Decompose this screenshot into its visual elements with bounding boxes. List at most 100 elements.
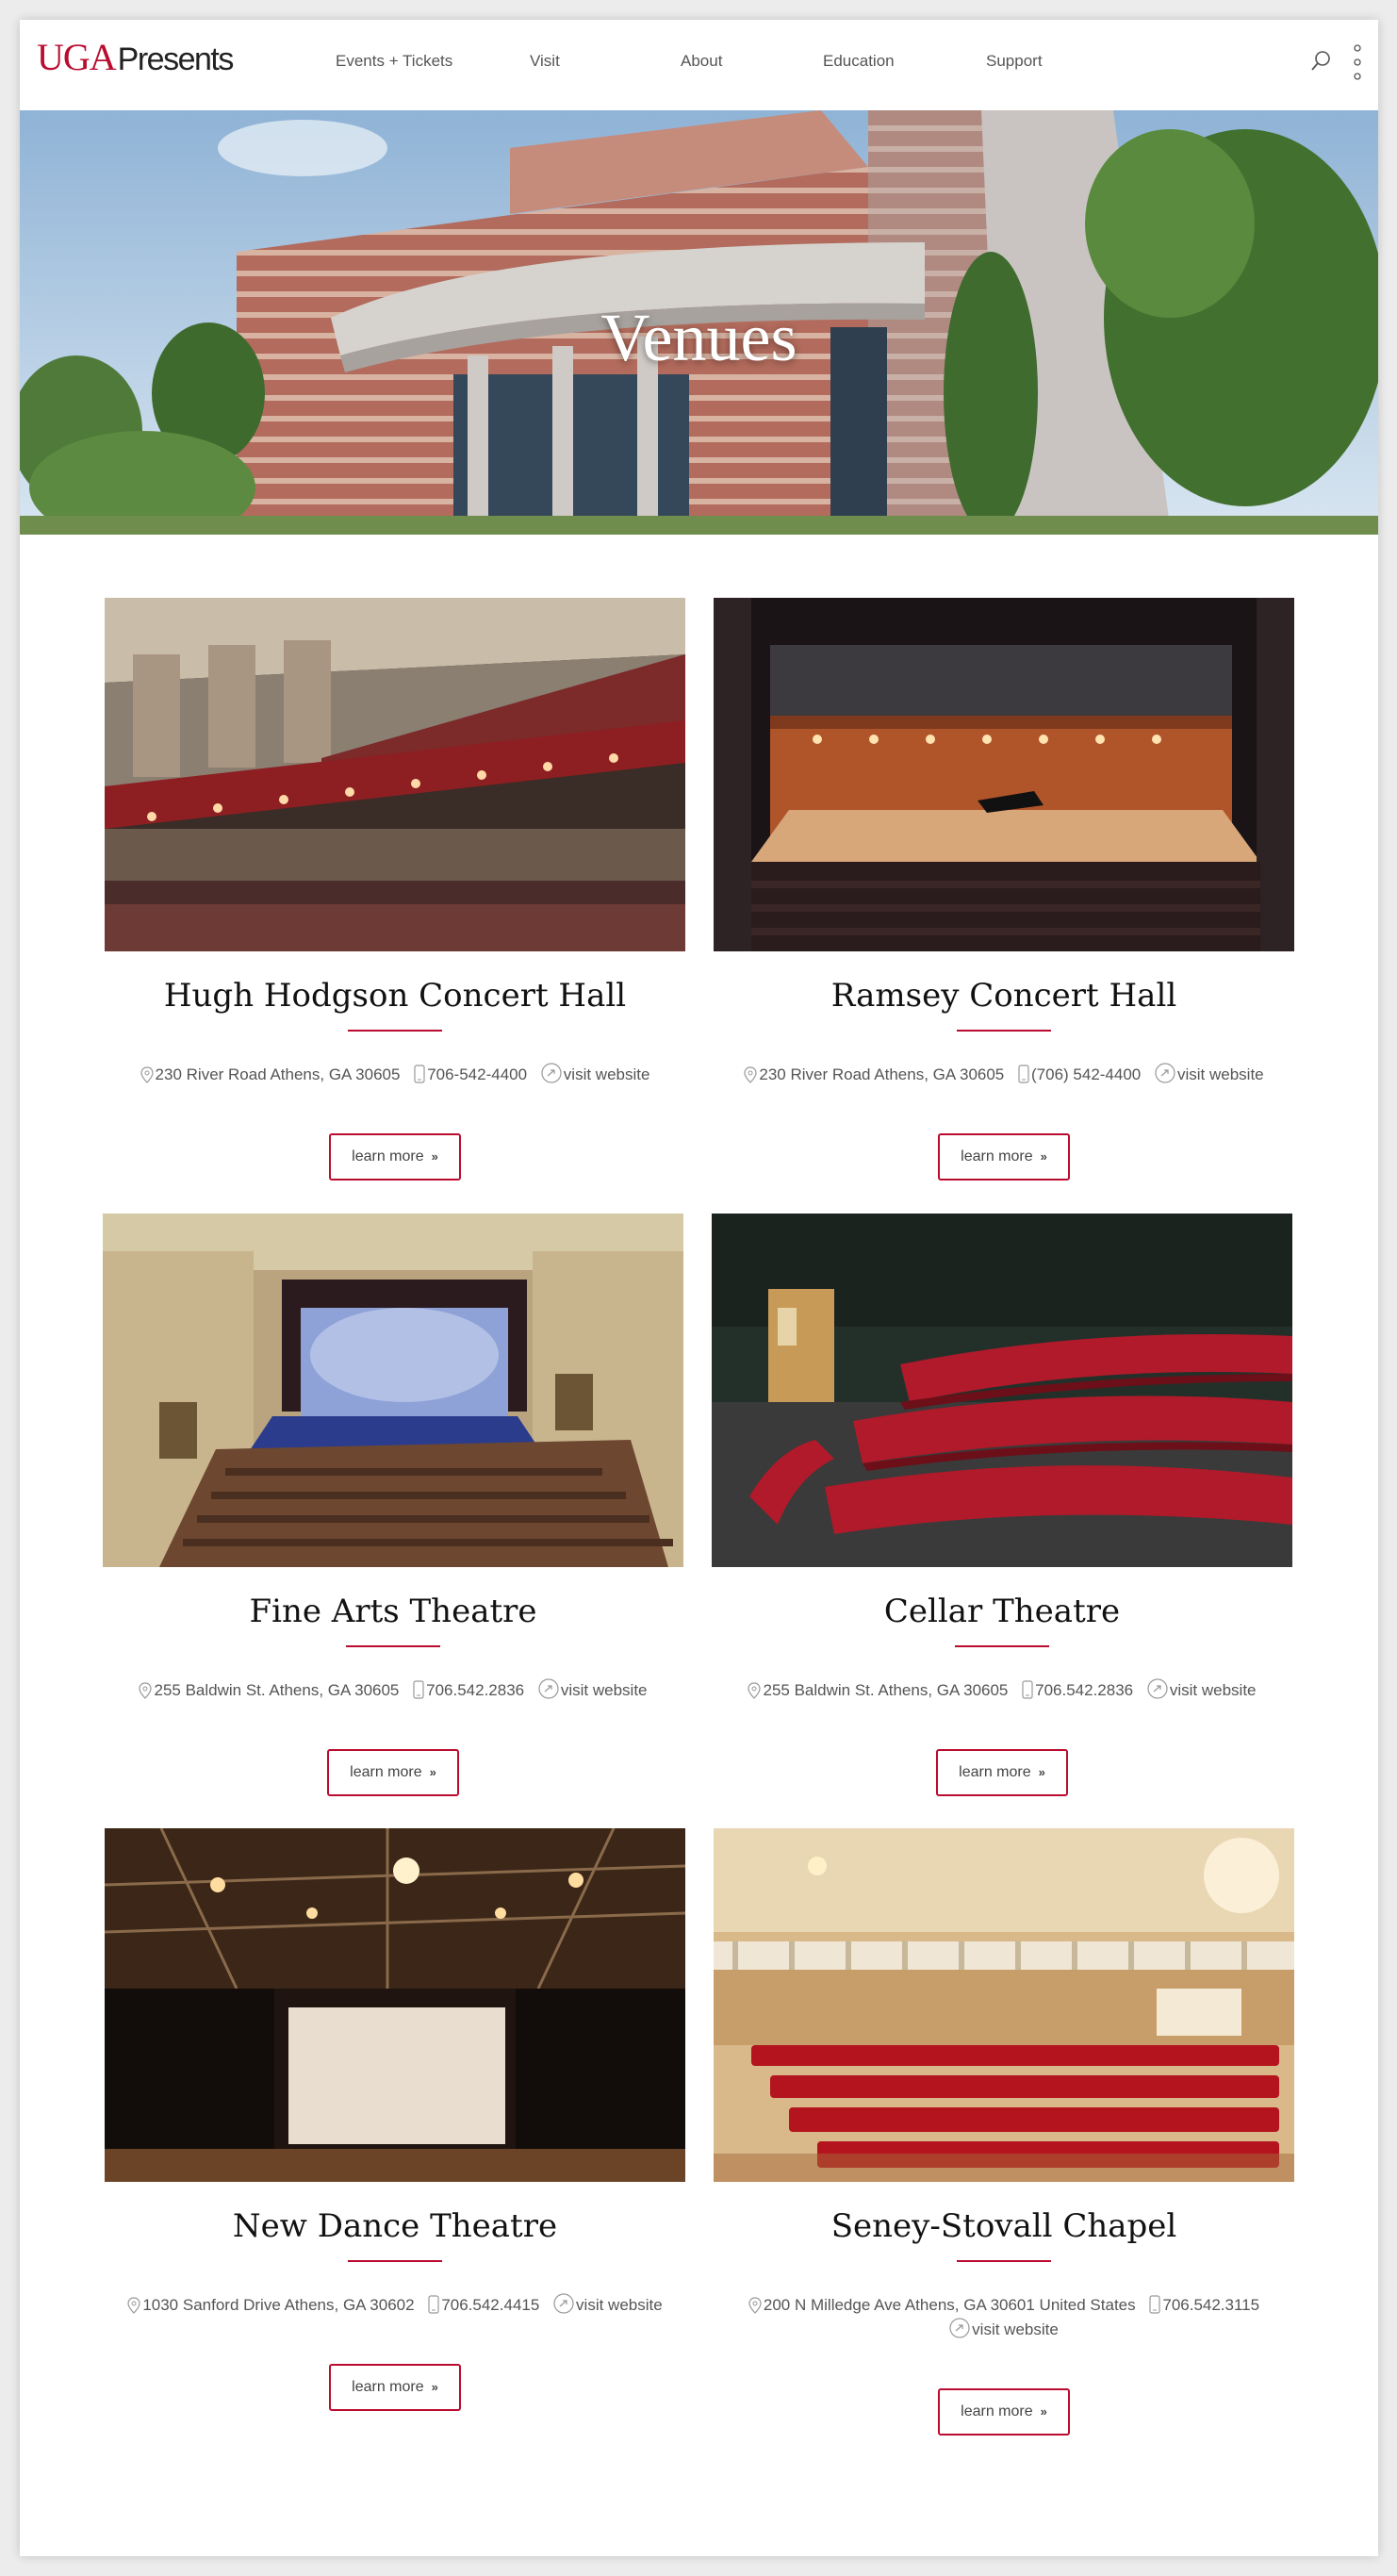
title-divider [957,2260,1051,2262]
website-text: visit website [576,2296,663,2315]
venue-title: New Dance Theatre [232,2207,558,2245]
phone[interactable]: 706.542.3115 [1149,2293,1259,2317]
phone-text: 706.542.4415 [441,2296,540,2315]
learn-more-label: learn more [352,2379,424,2395]
double-chevron-icon: » [1040,2404,1047,2419]
logo-presents: Presents [117,41,235,77]
external-link-icon [541,1063,562,1083]
double-chevron-icon: » [431,1149,438,1164]
venue-card: Hugh Hodgson Concert Hall 230 River Road… [105,598,689,1182]
phone-text: 706.542.2836 [1035,1681,1134,1700]
site-header: UGAPresents Events + Tickets Visit About… [20,20,1378,110]
venue-info: 1030 Sanford Drive Athens, GA 30602 706.… [105,2292,685,2317]
website-link[interactable]: visit website [541,1063,650,1086]
venue-image[interactable] [712,1214,1292,1567]
double-chevron-icon: » [1038,1765,1045,1779]
phone[interactable]: (706) 542-4400 [1018,1063,1141,1086]
learn-more-button[interactable]: learn more » [936,1749,1068,1796]
address[interactable]: 200 N Milledge Ave Athens, GA 30601 Unit… [748,2293,1136,2317]
address-text: 230 River Road Athens, GA 30605 [155,1065,401,1084]
venue-image[interactable] [103,1214,683,1567]
logo[interactable]: UGAPresents [37,36,235,78]
venue-info: 230 River Road Athens, GA 30605 706-542-… [105,1062,685,1086]
website-text: visit website [972,2320,1059,2339]
venue-card: Fine Arts Theatre 255 Baldwin St. Athens… [103,1214,687,1798]
address[interactable]: 230 River Road Athens, GA 30605 [140,1063,401,1086]
hero-banner: Venues [20,110,1378,535]
external-link-icon [949,2318,970,2338]
search-icon[interactable] [1308,48,1335,74]
website-text: visit website [563,1065,650,1084]
title-divider [957,1030,1051,1032]
learn-more-label: learn more [352,1148,424,1164]
external-link-icon [553,2293,574,2314]
map-pin-icon [744,1066,757,1083]
map-pin-icon [127,2297,140,2314]
phone[interactable]: 706.542.2836 [413,1678,524,1702]
title-divider [955,1645,1049,1647]
venue-image[interactable] [105,598,685,951]
nav-about[interactable]: About [681,52,722,71]
learn-more-button[interactable]: learn more » [938,2388,1070,2436]
external-link-icon [1155,1063,1175,1083]
website-link[interactable]: visit website [553,2293,663,2317]
external-link-icon [538,1678,559,1699]
venue-title: Fine Arts Theatre [249,1593,537,1630]
nav-support[interactable]: Support [986,52,1043,71]
external-link-icon [1147,1678,1168,1699]
phone[interactable]: 706.542.2836 [1022,1678,1133,1702]
map-pin-icon [140,1066,154,1083]
phone[interactable]: 706-542-4400 [414,1063,527,1086]
address[interactable]: 255 Baldwin St. Athens, GA 30605 [748,1678,1008,1702]
learn-more-label: learn more [959,1764,1031,1780]
nav-education[interactable]: Education [823,52,895,71]
phone-text: (706) 542-4400 [1031,1065,1142,1084]
learn-more-button[interactable]: learn more » [938,1133,1070,1181]
address[interactable]: 1030 Sanford Drive Athens, GA 30602 [127,2293,415,2317]
page-frame: UGAPresents Events + Tickets Visit About… [20,20,1378,2556]
title-divider [348,1030,442,1032]
website-link[interactable]: visit website [949,2318,1059,2341]
venue-card: Seney-Stovall Chapel 200 N Milledge Ave … [714,1828,1298,2441]
website-text: visit website [1177,1065,1264,1084]
venue-title: Hugh Hodgson Concert Hall [163,977,627,1015]
phone[interactable]: 706.542.4415 [428,2293,539,2317]
address-text: 230 River Road Athens, GA 30605 [759,1065,1005,1084]
address[interactable]: 230 River Road Athens, GA 30605 [744,1063,1004,1086]
double-chevron-icon: » [1040,1149,1047,1164]
learn-more-label: learn more [961,2403,1033,2419]
phone-icon [1022,1680,1033,1699]
venue-title: Seney-Stovall Chapel [830,2207,1177,2245]
learn-more-button[interactable]: learn more » [327,1749,459,1796]
map-pin-icon [748,2297,762,2314]
phone-icon [413,1680,424,1699]
venue-image[interactable] [714,1828,1294,2182]
address-text: 255 Baldwin St. Athens, GA 30605 [154,1681,400,1700]
website-link[interactable]: visit website [538,1678,648,1702]
address-text: 255 Baldwin St. Athens, GA 30605 [763,1681,1009,1700]
learn-more-button[interactable]: learn more » [329,1133,461,1181]
address[interactable]: 255 Baldwin St. Athens, GA 30605 [139,1678,399,1702]
website-link[interactable]: visit website [1155,1063,1264,1086]
venue-card: Ramsey Concert Hall 230 River Road Athen… [714,598,1298,1182]
logo-uga: UGA [37,36,117,78]
venue-title: Ramsey Concert Hall [830,977,1177,1015]
nav-events-tickets[interactable]: Events + Tickets [336,52,452,71]
venue-info: 230 River Road Athens, GA 30605 (706) 54… [714,1062,1294,1086]
venue-title: Cellar Theatre [883,1593,1121,1630]
double-chevron-icon: » [431,2380,438,2394]
venue-image[interactable] [714,598,1294,951]
more-menu-icon[interactable] [1351,42,1364,84]
website-text: visit website [560,1681,648,1700]
venue-info: 255 Baldwin St. Athens, GA 30605 706.542… [712,1677,1292,1702]
learn-more-button[interactable]: learn more » [329,2364,461,2411]
phone-icon [414,1065,425,1083]
address-text: 1030 Sanford Drive Athens, GA 30602 [142,2296,415,2315]
phone-icon [1149,2295,1160,2314]
phone-icon [1018,1065,1029,1083]
nav-visit[interactable]: Visit [530,52,560,71]
venue-image[interactable] [105,1828,685,2182]
address-text: 200 N Milledge Ave Athens, GA 30601 Unit… [763,2296,1136,2315]
page-title: Venues [600,300,797,375]
website-link[interactable]: visit website [1147,1678,1257,1702]
